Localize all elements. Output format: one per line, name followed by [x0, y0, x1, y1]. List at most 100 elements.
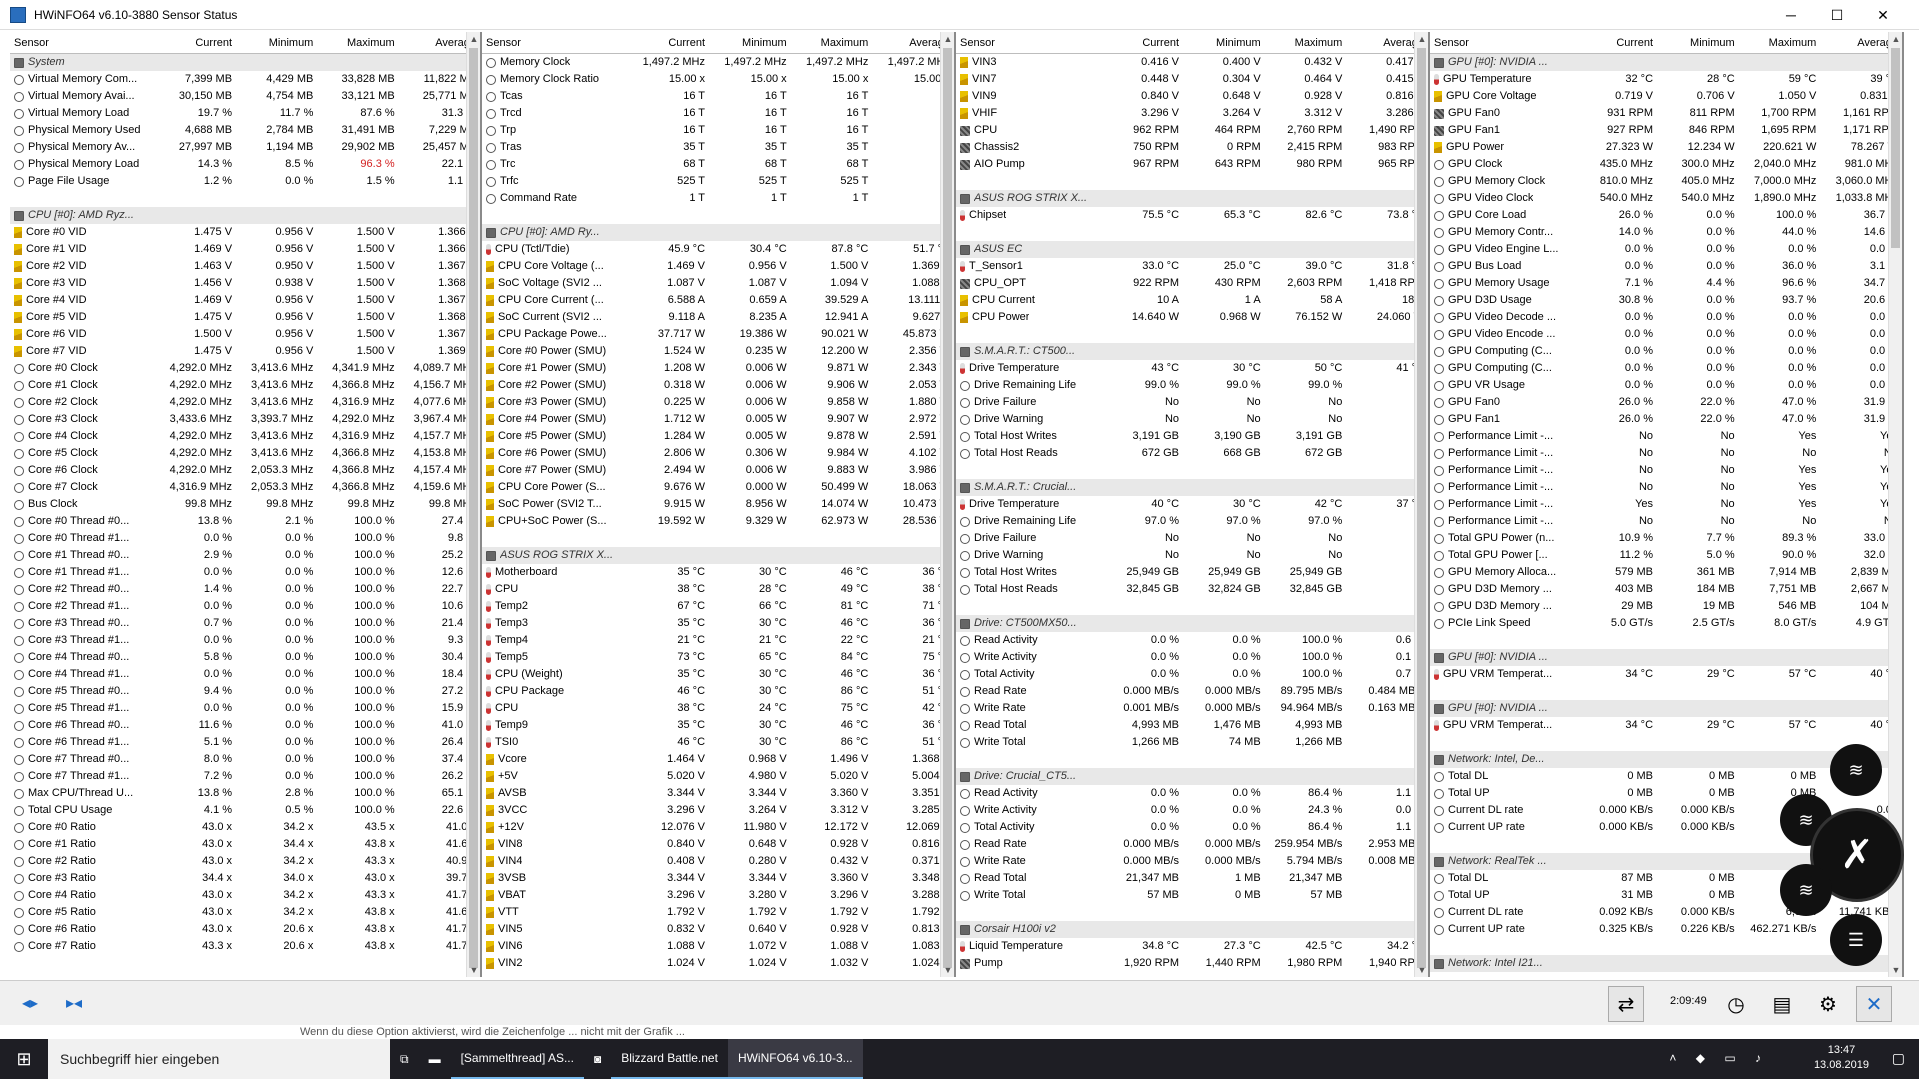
sensor-row[interactable]: Core #1 Thread #1... 0.0 % 0.0 % 100.0 % 12.… — [10, 564, 480, 581]
sensor-row[interactable]: GPU Power 27.323 W 12.234 W 220.621 W 78.267… — [1430, 139, 1902, 156]
sensor-row[interactable]: Performance Limit -...NoNoYesYes — [1430, 462, 1902, 479]
sensor-row[interactable]: GPU Clock 435.0 MHz 300.0 MHz 2,040.0 MHz 98… — [1430, 156, 1902, 173]
sensor-row[interactable]: Performance Limit -...NoNoYesYes — [1430, 479, 1902, 496]
sensor-row[interactable]: Write Total 57 MB 0 MB 57 MB — [956, 887, 1428, 904]
sensor-row[interactable]: Performance Limit -...YesNoYesYes — [1430, 496, 1902, 513]
sensor-row[interactable]: GPU Bus Load 0.0 % 0.0 % 36.0 % 3.1 % — [1430, 258, 1902, 275]
sensor-row[interactable]: VBAT 3.296 V 3.280 V 3.296 V 3.288 V — [482, 887, 954, 904]
sensor-row[interactable]: CPU 38 °C 28 °C 49 °C 38 °C — [482, 581, 954, 598]
sensor-row[interactable]: Trcd 16 T 16 T 16 T — [482, 105, 954, 122]
sensor-row[interactable]: VIN3 0.416 V 0.400 V 0.432 V 0.417 V — [956, 54, 1428, 71]
col-header-maximum[interactable]: Maximum — [317, 32, 398, 53]
sensor-row[interactable]: Core #0 Power (SMU) 1.524 W 0.235 W 12.200 … — [482, 343, 954, 360]
sensor-row[interactable]: Total Host Reads 32,845 GB 32,824 GB 32,845… — [956, 581, 1428, 598]
scroll-up-icon[interactable]: ▲ — [941, 32, 954, 46]
sensor-row[interactable]: Core #3 Thread #0... 0.7 % 0.0 % 100.0 % 21.… — [10, 615, 480, 632]
maximize-button[interactable]: ☐ — [1814, 0, 1860, 30]
sensor-row[interactable]: Command Rate 1 T 1 T 1 T — [482, 190, 954, 207]
sensor-row[interactable]: Core #2 VID 1.463 V 0.950 V 1.500 V 1.367 V — [10, 258, 480, 275]
sensor-row[interactable]: Core #7 Power (SMU) 2.494 W 0.006 W 9.883 W… — [482, 462, 954, 479]
sensor-row[interactable]: Core #2 Thread #0... 1.4 % 0.0 % 100.0 % 22.… — [10, 581, 480, 598]
sensor-row[interactable]: Write Rate 0.000 MB/s 0.000 MB/s 5.794 MB/s… — [956, 853, 1428, 870]
sensor-row[interactable]: Pump 1,920 RPM 1,440 RPM 1,980 RPM 1,940 RPM — [956, 955, 1428, 972]
sensor-row[interactable]: Total Activity 0.0 % 0.0 % 86.4 % 1.1 % — [956, 819, 1428, 836]
network-icon-button[interactable]: ⇄ — [1608, 986, 1644, 1022]
sensor-row[interactable]: Temp9 35 °C 30 °C 46 °C 36 °C — [482, 717, 954, 734]
sensor-row[interactable]: Core #4 Thread #0... 5.8 % 0.0 % 100.0 % 30.… — [10, 649, 480, 666]
sensor-row[interactable]: Core #1 VID 1.469 V 0.956 V 1.500 V 1.366 V — [10, 241, 480, 258]
sensor-row[interactable]: Drive Failure No No No — [956, 394, 1428, 411]
sensor-row[interactable]: Max CPU/Thread U... 13.8 % 2.8 % 100.0 % 65.… — [10, 785, 480, 802]
sensor-row[interactable]: Performance Limit -...NoNoNoNo — [1430, 513, 1902, 530]
sensor-row[interactable]: Drive Remaining Life 99.0 % 99.0 % 99.0 % — [956, 377, 1428, 394]
taskbar-item-hwinfo[interactable]: HWiNFO64 v6.10-3... — [727, 1039, 863, 1079]
sensor-row[interactable]: CPU Package 46 °C 30 °C 86 °C 51 °C — [482, 683, 954, 700]
col-header-current[interactable]: Current — [155, 32, 236, 53]
sensor-row[interactable]: TSI0 46 °C 30 °C 86 °C 51 °C — [482, 734, 954, 751]
sensor-row[interactable]: Write Activity 0.0 % 0.0 % 24.3 % 0.0 % — [956, 802, 1428, 819]
sensor-row[interactable]: Core #5 VID 1.475 V 0.956 V 1.500 V 1.368 V — [10, 309, 480, 326]
scroll-down-icon[interactable]: ▼ — [1889, 963, 1902, 977]
sensor-row[interactable]: AVSB 3.344 V 3.344 V 3.360 V 3.351 V — [482, 785, 954, 802]
sensor-row[interactable]: Core #1 Ratio 43.0 x 34.4 x 43.8 x 41.6 x — [10, 836, 480, 853]
sensor-group-header[interactable]: CPU [#0]: AMD Ryz... — [10, 207, 480, 224]
sensor-group-header[interactable]: System — [10, 54, 480, 71]
scrollbar-thumb[interactable] — [1417, 48, 1426, 968]
sensor-row[interactable]: Total Host Reads 672 GB 668 GB 672 GB — [956, 445, 1428, 462]
sensor-row[interactable]: Tras 35 T 35 T 35 T — [482, 139, 954, 156]
sensor-row[interactable]: GPU Memory Alloca... 579 MB 361 MB 7,914 MB… — [1430, 564, 1902, 581]
sensor-row[interactable]: Core #4 Clock 4,292.0 MHz 3,413.6 MHz 4,316… — [10, 428, 480, 445]
sensor-row[interactable]: 3VSB 3.344 V 3.344 V 3.360 V 3.348 V — [482, 870, 954, 887]
sensor-row[interactable]: Read Rate 0.000 MB/s 0.000 MB/s 259.954 MB/… — [956, 836, 1428, 853]
sensor-row[interactable]: Chipset 75.5 °C 65.3 °C 82.6 °C 73.8 °C — [956, 207, 1428, 224]
sensor-group-header[interactable]: Corsair H100i v2 — [956, 921, 1428, 938]
sensor-row[interactable]: GPU D3D Memory ... 29 MB 19 MB 546 MB 104 MB — [1430, 598, 1902, 615]
sensor-row[interactable]: Motherboard 35 °C 30 °C 46 °C 36 °C — [482, 564, 954, 581]
col-header-sensor[interactable]: Sensor — [1430, 32, 1575, 53]
fan-shortcut-icon[interactable]: ≋ — [1780, 864, 1832, 916]
sensor-row[interactable]: Core #6 Thread #1... 5.1 % 0.0 % 100.0 % 26.… — [10, 734, 480, 751]
file-explorer-icon[interactable]: ▬ — [419, 1039, 451, 1079]
sensor-group-header[interactable]: Drive: CT500MX50... — [956, 615, 1428, 632]
sensor-row[interactable]: Memory Clock 1,497.2 MHz 1,497.2 MHz 1,497.… — [482, 54, 954, 71]
vertical-scrollbar[interactable]: ▲ ▼ — [1414, 32, 1428, 977]
sensor-row[interactable]: SoC Current (SVI2 ... 9.118 A 8.235 A 12.94… — [482, 309, 954, 326]
sensor-row[interactable]: Core #1 Thread #0... 2.9 % 0.0 % 100.0 % 25.… — [10, 547, 480, 564]
col-header-minimum[interactable]: Minimum — [1183, 32, 1265, 53]
scroll-up-icon[interactable]: ▲ — [467, 32, 480, 46]
sensor-row[interactable]: GPU Fan0 26.0 % 22.0 % 47.0 % 31.9 % — [1430, 394, 1902, 411]
sensor-row[interactable]: Chassis2 750 RPM 0 RPM 2,415 RPM 983 RPM — [956, 139, 1428, 156]
col-header-maximum[interactable]: Maximum — [1739, 32, 1821, 53]
sensor-row[interactable]: CPU Current 10 A1 A 58 A 18 A — [956, 292, 1428, 309]
sensor-row[interactable]: GPU VRM Temperat... 34 °C 29 °C 57 °C 40 °C — [1430, 717, 1902, 734]
sensor-group-header[interactable]: GPU [#0]: NVIDIA ... — [1430, 649, 1902, 666]
sensor-row[interactable]: Trfc 525 T 525 T 525 T — [482, 173, 954, 190]
sensor-row[interactable]: Trc 68 T 68 T 68 T — [482, 156, 954, 173]
sensor-row[interactable]: VHIF 3.296 V 3.264 V 3.312 V 3.286 V — [956, 105, 1428, 122]
sensor-row[interactable]: Temp2 67 °C 66 °C 81 °C 71 °C — [482, 598, 954, 615]
sensor-row[interactable]: Read Activity 0.0 % 0.0 % 86.4 % 1.1 % — [956, 785, 1428, 802]
taskbar-search-input[interactable]: Suchbegriff hier eingeben — [48, 1039, 390, 1079]
sensor-row[interactable]: CPU Package Powe... 37.717 W 19.386 W 90.02… — [482, 326, 954, 343]
sensor-row[interactable]: Core #5 Thread #1... 0.0 % 0.0 % 100.0 % 15.… — [10, 700, 480, 717]
sensor-row[interactable]: Core #6 VID 1.500 V 0.956 V 1.500 V 1.367 V — [10, 326, 480, 343]
sensor-row[interactable]: CPU Core Power (S... 9.676 W 0.000 W 50.499… — [482, 479, 954, 496]
sensor-row[interactable]: GPU Video Decode ... 0.0 % 0.0 % 0.0 % 0.0 % — [1430, 309, 1902, 326]
col-header-sensor[interactable]: Sensor — [10, 32, 155, 53]
col-header-minimum[interactable]: Minimum — [1657, 32, 1739, 53]
scroll-down-icon[interactable]: ▼ — [467, 963, 480, 977]
sensor-row[interactable]: 3VCC 3.296 V 3.264 V 3.312 V 3.285 V — [482, 802, 954, 819]
sensor-row[interactable]: CPU+SoC Power (S... 19.592 W 9.329 W 62.973… — [482, 513, 954, 530]
sensor-row[interactable]: Core #1 Clock 4,292.0 MHz 3,413.6 MHz 4,366… — [10, 377, 480, 394]
sensor-row[interactable]: VIN4 0.408 V 0.280 V 0.432 V 0.371 V — [482, 853, 954, 870]
report-icon-button[interactable]: ▤ — [1764, 986, 1800, 1022]
sensor-row[interactable]: CPU Core Current (... 6.588 A 0.659 A 39.52… — [482, 292, 954, 309]
sensor-row[interactable]: Core #2 Thread #1... 0.0 % 0.0 % 100.0 % 10.… — [10, 598, 480, 615]
sensor-row[interactable]: Core #6 Clock 4,292.0 MHz 2,053.3 MHz 4,366… — [10, 462, 480, 479]
sensor-row[interactable]: Write Total 1,266 MB 74 MB 1,266 MB — [956, 734, 1428, 751]
sensor-row[interactable]: Read Total 21,347 MB 1 MB 21,347 MB — [956, 870, 1428, 887]
sensor-row[interactable]: GPU Temperature 32 °C 28 °C 59 °C 39 °C — [1430, 71, 1902, 88]
col-header-sensor[interactable]: Sensor — [956, 32, 1101, 53]
sensor-row[interactable]: Temp5 73 °C 65 °C 84 °C 75 °C — [482, 649, 954, 666]
sensor-row[interactable]: VIN2 1.024 V 1.024 V 1.032 V 1.024 V — [482, 955, 954, 972]
